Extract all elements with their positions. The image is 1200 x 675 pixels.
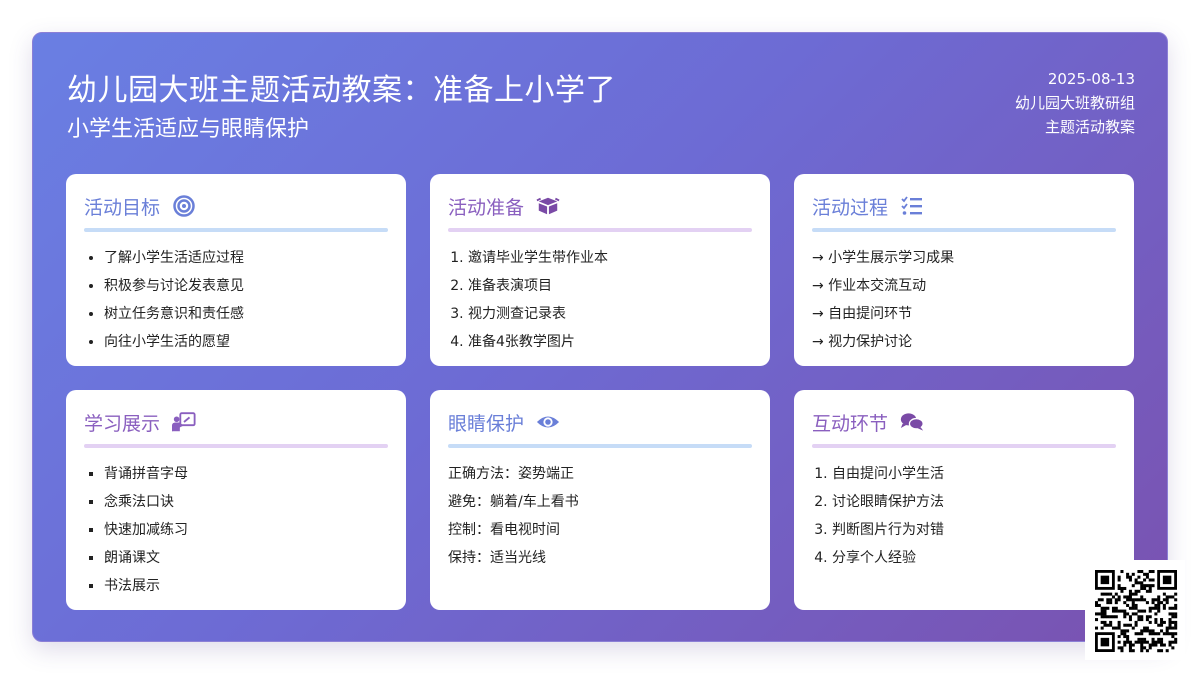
card-divider — [84, 444, 388, 448]
process-list: → 小学生展示学习成果 → 作业本交流互动 → 自由提问环节 → 视力保护讨论 — [812, 248, 1116, 360]
author-text: 幼儿园大班教研组 — [1014, 94, 1135, 112]
card-activity-preparation: 活动准备 邀请毕业学生带作业本 准备表演项目 视力测查记录表 准备4张教学图片 — [430, 174, 770, 366]
list-item: 准备表演项目 — [468, 276, 752, 304]
list-item: 快速加减练习 — [104, 520, 388, 548]
doc-type-text: 主题活动教案 — [1044, 118, 1135, 136]
page-subtitle: 小学生活适应与眼睛保护 — [67, 117, 310, 142]
card-activity-process: 活动过程 → 小学生展示学习成果 → 作业本交流互动 → 自由提问环节 → 视力… — [794, 174, 1134, 366]
card-title: 活动目标 — [84, 196, 161, 219]
list-item: 判断图片行为对错 — [832, 520, 1116, 548]
interaction-list: 自由提问小学生活 讨论眼睛保护方法 判断图片行为对错 分享个人经验 — [812, 464, 1116, 576]
card-title: 互动环节 — [812, 412, 889, 435]
list-item: → 小学生展示学习成果 — [812, 250, 955, 266]
list-item: 念乘法口诀 — [104, 492, 388, 520]
eye-icon — [536, 410, 560, 434]
list-item: → 视力保护讨论 — [812, 334, 913, 350]
teacher-board-icon — [172, 410, 196, 434]
card-title: 学习展示 — [84, 412, 161, 435]
card-learning-showcase: 学习展示 背诵拼音字母 念乘法口诀 快速加减练习 朗诵课文 书法展示 — [66, 390, 406, 610]
card-title: 活动准备 — [448, 196, 525, 219]
card-divider — [812, 228, 1116, 232]
task-list-icon — [900, 194, 924, 218]
list-item: 自由提问小学生活 — [832, 464, 1116, 492]
date-text: 2025-08-13 — [1047, 70, 1135, 88]
list-item: 视力测查记录表 — [468, 304, 752, 332]
target-icon — [172, 194, 196, 218]
showcase-list: 背诵拼音字母 念乘法口诀 快速加减练习 朗诵课文 书法展示 — [84, 464, 388, 604]
list-item: 树立任务意识和责任感 — [104, 304, 388, 332]
card-activity-goals: 活动目标 了解小学生活适应过程 积极参与讨论发表意见 树立任务意识和责任感 向往… — [66, 174, 406, 366]
list-item: 准备4张教学图片 — [468, 332, 752, 360]
chat-bubbles-icon — [900, 410, 924, 434]
card-interaction: 互动环节 自由提问小学生活 讨论眼睛保护方法 判断图片行为对错 分享个人经验 — [794, 390, 1134, 610]
list-item: → 自由提问环节 — [812, 306, 913, 322]
meta-info: 2025-08-13 幼儿园大班教研组 主题活动教案 — [1015, 67, 1135, 139]
card-eye-protection: 眼睛保护 正确方法：姿势端正 避免：躺着/车上看书 控制：看电视时间 保持：适当… — [430, 390, 770, 610]
card-divider — [448, 228, 752, 232]
list-item: 朗诵课文 — [104, 548, 388, 576]
list-item: 书法展示 — [104, 576, 388, 604]
page-title: 幼儿园大班主题活动教案：准备上小学了 — [67, 73, 616, 108]
card-divider — [448, 444, 752, 448]
list-item: → 作业本交流互动 — [812, 278, 927, 294]
list-item: 了解小学生活适应过程 — [104, 248, 388, 276]
list-item: 正确方法：姿势端正 — [448, 466, 574, 482]
list-item: 讨论眼睛保护方法 — [832, 492, 1116, 520]
list-item: 保持：适当光线 — [448, 550, 546, 566]
card-title: 眼睛保护 — [448, 412, 525, 435]
box-icon — [536, 194, 560, 218]
card-title: 活动过程 — [812, 196, 889, 219]
lesson-plan-panel: 幼儿园大班主题活动教案：准备上小学了 小学生活适应与眼睛保护 2025-08-1… — [32, 32, 1168, 642]
qr-code-icon — [1085, 560, 1185, 660]
preparation-list: 邀请毕业学生带作业本 准备表演项目 视力测查记录表 准备4张教学图片 — [448, 248, 752, 360]
list-item: 背诵拼音字母 — [104, 464, 388, 492]
list-item: 控制：看电视时间 — [448, 522, 560, 538]
list-item: 向往小学生活的愿望 — [104, 332, 388, 360]
card-divider — [84, 228, 388, 232]
list-item: 分享个人经验 — [832, 548, 1116, 576]
card-divider — [812, 444, 1116, 448]
list-item: 积极参与讨论发表意见 — [104, 276, 388, 304]
list-item: 邀请毕业学生带作业本 — [468, 248, 752, 276]
eye-protection-list: 正确方法：姿势端正 避免：躺着/车上看书 控制：看电视时间 保持：适当光线 — [448, 464, 752, 576]
list-item: 避免：躺着/车上看书 — [448, 494, 579, 510]
goals-list: 了解小学生活适应过程 积极参与讨论发表意见 树立任务意识和责任感 向往小学生活的… — [84, 248, 388, 360]
